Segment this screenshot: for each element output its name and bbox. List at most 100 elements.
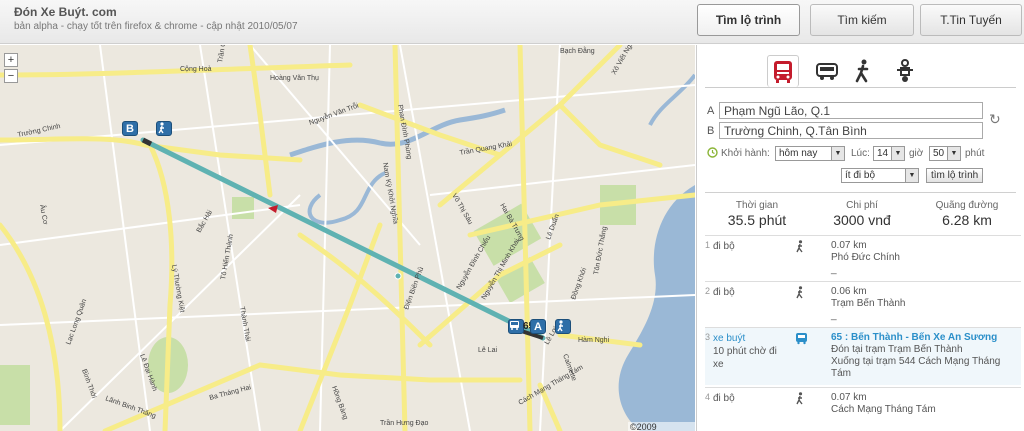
street-label: Bắc Hải [194,208,214,234]
step-line: Phó Đức Chính [831,252,900,263]
street-label: Cộng Hoà [180,66,212,73]
step-mode: đi bộ [713,287,735,298]
route-step[interactable]: 1 đi bộ 0.07 km Phó Đức Chính _ [705,235,1021,279]
stat-label: Chi phí [846,200,878,211]
street-label: Âu Cơ [38,204,50,226]
walk-icon [795,392,805,408]
hour-value: 14 [877,148,889,159]
tab-search[interactable]: Tìm kiếm [810,4,914,36]
find-route-button[interactable]: tìm lộ trình [926,168,984,183]
step-line: Cách Mạng Tháng Tám [831,404,936,415]
minute-value: 50 [933,148,945,159]
route-panel: A B ↻ Khởi hành: hôm nay▼ Lúc: 14▼ giờ 5… [696,45,1024,431]
stat-time: Thời gian 35.5 phút [707,200,807,228]
walk-marker-icon[interactable] [555,319,571,334]
bus-mode-tab[interactable] [767,55,799,87]
step-number: 2 [705,286,711,296]
stat-value: 35.5 phút [727,212,787,228]
map-copyright: ©2009 VMCLabs [628,422,695,431]
park [0,365,30,425]
route-step[interactable]: 3 xe buýt 10 phút chờ đi xe 65 : Bến Thà… [705,327,1021,385]
canal [648,73,695,126]
street-label: Bình Thới [80,368,97,400]
from-label: A [707,105,715,117]
top-bar: Đón Xe Buýt. com bản alpha - chạy tốt tr… [0,0,1024,44]
time-label: Lúc: [851,148,870,159]
marker-a[interactable]: A [530,319,546,334]
step-line: 0.07 km [831,392,867,403]
from-input[interactable] [719,102,983,119]
walk-icon [855,59,869,83]
walk-option-select[interactable]: ít đi bộ ▼ [841,168,919,183]
step-number: 3 [705,332,711,342]
chevron-down-icon: ▼ [905,169,918,182]
street-label: Tôn Đức Thắng [591,226,608,276]
bus-icon [774,60,792,83]
divider [705,192,1016,193]
car-icon [816,63,838,80]
swap-icon[interactable]: ↻ [989,111,1001,128]
canal [307,171,386,225]
street-label: Nguyễn Đình Chiểu [454,233,492,291]
step-line: 0.06 km [831,286,867,297]
step-number: 1 [705,240,711,250]
walk-mode-tab[interactable] [847,55,879,87]
step-description: 0.07 km Phó Đức Chính _ [831,240,1021,276]
hour-select[interactable]: 14 ▼ [873,146,905,161]
street-label: Võ Thị Sáu [450,193,473,226]
depart-value: hôm nay [779,148,818,159]
to-label: B [707,125,715,137]
chevron-down-icon: ▼ [947,147,960,160]
bus-route-link[interactable]: 65 : Bến Thành - Bến Xe An Sương [831,332,1021,344]
route-step[interactable]: 4 đi bộ 0.07 km Cách Mạng Tháng Tám [705,387,1021,431]
stat-label: Thời gian [735,200,779,211]
street-label: Thành Thái [238,306,251,342]
street-label: Hồng Bàng [330,385,350,421]
depart-label: Khởi hành: [721,148,770,159]
walk-icon [795,240,805,256]
marker-b[interactable]: B [122,121,138,136]
stat-distance: Quãng đường 6.28 km [917,200,1017,228]
walk-marker-icon[interactable] [156,121,172,136]
to-input[interactable] [719,122,983,139]
street-label: Trần Quốc Hoàn [215,45,233,63]
tab-route-info[interactable]: T.Tin Tuyến [920,4,1022,36]
tab-find-route[interactable]: Tìm lộ trình [697,4,800,36]
street-label: Lê Lai [478,347,498,354]
stat-cost: Chi phí 3000 vnđ [812,200,912,228]
step-description: 0.06 km Trạm Bến Thành _ [831,286,1021,322]
site-title[interactable]: Đón Xe Buýt. com [14,5,117,19]
map-view[interactable]: Trường Chinh Cộng Hoà Hoàng Văn Thụ Trần… [0,45,695,431]
clock-icon [707,147,718,161]
street-label: Trường Chinh [17,123,61,139]
bus-icon [795,332,808,348]
zoom-out-button[interactable]: − [4,69,18,83]
zoom-in-button[interactable]: + [4,53,18,67]
step-line: Trạm Bến Thành [831,298,906,309]
depart-select[interactable]: hôm nay ▼ [775,146,845,161]
step-mode: đi bộ [713,393,735,404]
step-line: _ [831,264,837,275]
minute-select[interactable]: 50 ▼ [929,146,961,161]
step-line: _ [831,310,837,321]
step-mode: đi bộ [713,241,735,252]
stat-label: Quãng đường [935,200,999,211]
bus-stop-marker-icon[interactable] [508,319,524,334]
minute-unit: phút [965,148,985,159]
route-step[interactable]: 2 đi bộ 0.06 km Trạm Bến Thành _ [705,281,1021,325]
motorbike-icon [897,59,913,82]
street-label: Lãnh Binh Thăng [104,395,156,420]
chevron-down-icon: ▼ [831,147,844,160]
step-line: Đón tại trạm Trạm Bến Thành [831,344,963,355]
step-mode: xe buýt [713,333,746,344]
walk-icon [795,286,805,302]
car-mode-tab[interactable] [811,55,843,87]
motorbike-mode-tab[interactable] [889,55,921,87]
street-label: Hàm Nghi [578,337,610,344]
step-description: 65 : Bến Thành - Bến Xe An Sương Đón tại… [831,332,1021,380]
map-canvas[interactable]: Trường Chinh Cộng Hoà Hoàng Văn Thụ Trần… [0,45,695,431]
chevron-down-icon: ▼ [891,147,904,160]
route-waypoint [394,272,402,280]
street-label: Hoàng Văn Thụ [270,75,319,82]
street-label: Bạch Đằng [560,46,595,55]
